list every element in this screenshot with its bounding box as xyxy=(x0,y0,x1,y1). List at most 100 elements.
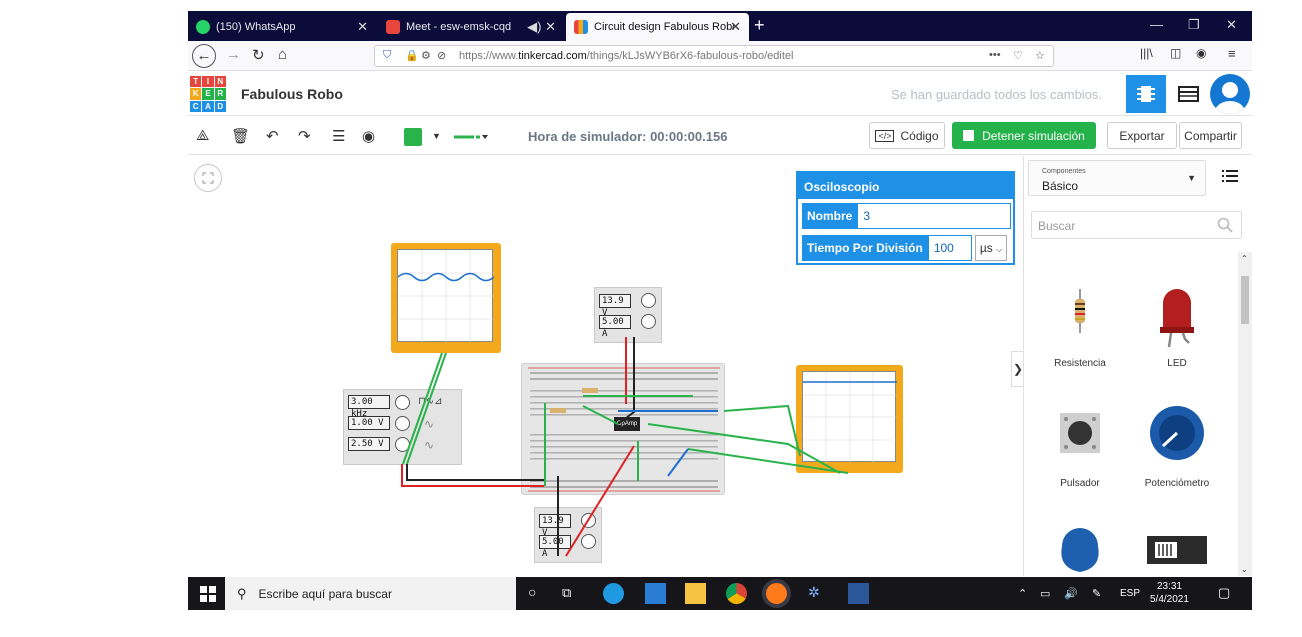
close-window-icon[interactable]: ✕ xyxy=(1226,17,1237,33)
back-icon[interactable]: ← xyxy=(192,44,216,68)
rotate-icon[interactable]: ⟁ xyxy=(196,127,209,144)
taskbar-clock[interactable]: 23:31 5/4/2021 xyxy=(1150,580,1189,606)
stop-label: Detener simulación xyxy=(982,128,1085,143)
time-unit-value: µs xyxy=(979,241,993,255)
close-icon[interactable]: ◀) ✕ xyxy=(527,19,556,35)
pen-icon[interactable]: ✎ xyxy=(1092,587,1101,600)
time-division-input[interactable]: 100 xyxy=(927,235,972,261)
language-indicator[interactable]: ESP xyxy=(1120,588,1140,599)
color-swatch[interactable] xyxy=(404,128,422,146)
wire-style-icon[interactable] xyxy=(450,129,490,145)
name-row: Nombre 3 xyxy=(802,203,1011,229)
logo-letter: K xyxy=(190,88,202,100)
user-icon xyxy=(1215,82,1245,114)
tab-whatsapp[interactable]: (150) WhatsApp ✕ xyxy=(188,13,376,41)
chevron-down-icon[interactable]: ▼ xyxy=(432,131,441,141)
menu-icon[interactable]: ≡ xyxy=(1228,46,1236,61)
properties-panel: Osciloscopio Nombre 3 Tiempo Por Divisió… xyxy=(796,171,1015,265)
notifications-icon[interactable]: ▢ xyxy=(1218,585,1230,601)
potentiometer-icon xyxy=(1150,406,1204,460)
stop-simulation-button[interactable]: Detener simulación xyxy=(952,122,1096,149)
tinkercad-logo[interactable]: T I N K E R C A D xyxy=(190,76,226,112)
component-slide-switch[interactable] xyxy=(1127,524,1227,576)
shield-icon[interactable]: ⛉ xyxy=(383,49,391,62)
url-text[interactable]: https://www.tinkercad.com/things/kLJsWYB… xyxy=(459,50,793,62)
network-icon[interactable]: ▭ xyxy=(1040,587,1050,600)
taskbar-search-input[interactable]: ⚲ Escribe aquí para buscar xyxy=(225,577,516,610)
user-avatar[interactable] xyxy=(1210,74,1250,114)
component-capacitor[interactable] xyxy=(1030,524,1130,576)
tab-title: (150) WhatsApp xyxy=(216,21,296,33)
export-button[interactable]: Exportar xyxy=(1107,122,1177,149)
scroll-down-icon[interactable]: ⌄ xyxy=(1241,565,1248,574)
code-icon: </> xyxy=(875,129,895,142)
volume-icon[interactable]: 🔊 xyxy=(1064,587,1078,600)
browser-tab-bar: (150) WhatsApp ✕ Meet - esw-emsk-cqd ◀) … xyxy=(188,11,1252,41)
properties-title: Osciloscopio xyxy=(798,173,1013,199)
forward-icon[interactable]: → xyxy=(226,46,241,63)
share-button[interactable]: Compartir xyxy=(1179,122,1242,149)
scrollbar-thumb[interactable] xyxy=(1241,276,1249,324)
close-icon[interactable]: ✕ xyxy=(357,19,368,35)
delete-icon[interactable]: 🗑 xyxy=(231,127,250,145)
chrome-icon[interactable] xyxy=(726,583,747,604)
chevron-down-icon: ⌵ xyxy=(996,245,1003,254)
select-value: Básico xyxy=(1042,179,1079,193)
more-icon[interactable]: ••• xyxy=(989,49,1001,61)
component-potentiometer[interactable]: Potenciómetro xyxy=(1127,401,1227,491)
task-view-icon[interactable]: ⧉ xyxy=(562,585,571,601)
library-icon[interactable]: |||\ xyxy=(1140,46,1153,60)
maximize-icon[interactable]: ❐ xyxy=(1188,17,1200,33)
time-unit-select[interactable]: µs ⌵ xyxy=(974,235,1008,261)
url-bar[interactable]: ⛉ 🔒 ⚙ ⊘ https://www.tinkercad.com/things… xyxy=(374,45,1054,67)
wire xyxy=(582,405,619,425)
redo-icon[interactable]: ↷ xyxy=(298,127,311,145)
scroll-up-icon[interactable]: ⌃ xyxy=(1241,254,1248,263)
mail-icon[interactable] xyxy=(645,583,666,604)
tab-tinkercad[interactable]: Circuit design Fabulous Robo | ✕ xyxy=(566,13,749,41)
code-button[interactable]: </> Código xyxy=(869,122,945,149)
windows-start-icon[interactable] xyxy=(200,586,216,602)
permissions-icon[interactable]: ⚙ xyxy=(421,49,431,62)
camera-blocked-icon[interactable]: ⊘ xyxy=(437,49,446,62)
tab-meet[interactable]: Meet - esw-emsk-cqd ◀) ✕ xyxy=(378,13,564,41)
wire xyxy=(667,448,689,477)
notes-icon[interactable]: ☰ xyxy=(332,127,345,145)
component-list-button[interactable] xyxy=(1168,75,1208,113)
sidebar-icon[interactable]: ◫ xyxy=(1170,46,1181,60)
tray-expand-icon[interactable]: ⌃ xyxy=(1018,587,1027,600)
account-icon[interactable]: ◉ xyxy=(1196,46,1206,60)
visibility-icon[interactable]: ◉ xyxy=(362,127,375,145)
minimize-icon[interactable]: — xyxy=(1150,17,1163,32)
simulator-time: Hora de simulador: 00:00:00.156 xyxy=(528,129,728,144)
edge-icon[interactable] xyxy=(603,583,624,604)
component-led[interactable]: LED xyxy=(1127,281,1227,371)
circuit-workspace[interactable]: 13.9 V 5.00 A 13.9 V 5.00 A 3.00 kHz 1.0… xyxy=(188,156,1023,576)
logo-letter: R xyxy=(214,88,226,100)
component-resistor[interactable]: Resistencia xyxy=(1030,281,1130,371)
component-pushbutton[interactable]: Pulsador xyxy=(1030,401,1130,491)
bookmark-star-icon[interactable]: ☆ xyxy=(1035,49,1045,62)
components-select[interactable]: Componentes Básico ▼ xyxy=(1028,160,1206,196)
tab-title: Meet - esw-emsk-cqd xyxy=(406,21,512,33)
component-label: Potenciómetro xyxy=(1144,478,1210,489)
project-name[interactable]: Fabulous Robo xyxy=(241,86,343,102)
component-search-input[interactable]: Buscar xyxy=(1031,211,1242,239)
network-app-icon[interactable]: ✲ xyxy=(808,584,820,601)
undo-icon[interactable]: ↶ xyxy=(266,127,279,145)
name-input[interactable]: 3 xyxy=(857,203,1011,229)
search-placeholder: Buscar xyxy=(1038,219,1076,233)
circuit-view-button[interactable] xyxy=(1126,75,1166,113)
cortana-icon[interactable]: ○ xyxy=(528,584,536,600)
reload-icon[interactable]: ↻ xyxy=(252,46,265,64)
close-icon[interactable]: ✕ xyxy=(730,19,741,35)
word-icon[interactable] xyxy=(848,583,869,604)
home-icon[interactable]: ⌂ xyxy=(278,46,287,63)
pocket-icon[interactable]: ♡ xyxy=(1013,49,1023,62)
new-tab-icon[interactable]: + xyxy=(754,15,765,36)
sidebar-scrollbar[interactable]: ⌃ ⌄ xyxy=(1238,252,1252,576)
firefox-icon[interactable] xyxy=(766,583,787,604)
lock-icon[interactable]: 🔒 xyxy=(405,49,419,62)
file-explorer-icon[interactable] xyxy=(685,583,706,604)
list-view-icon[interactable] xyxy=(1222,169,1238,183)
